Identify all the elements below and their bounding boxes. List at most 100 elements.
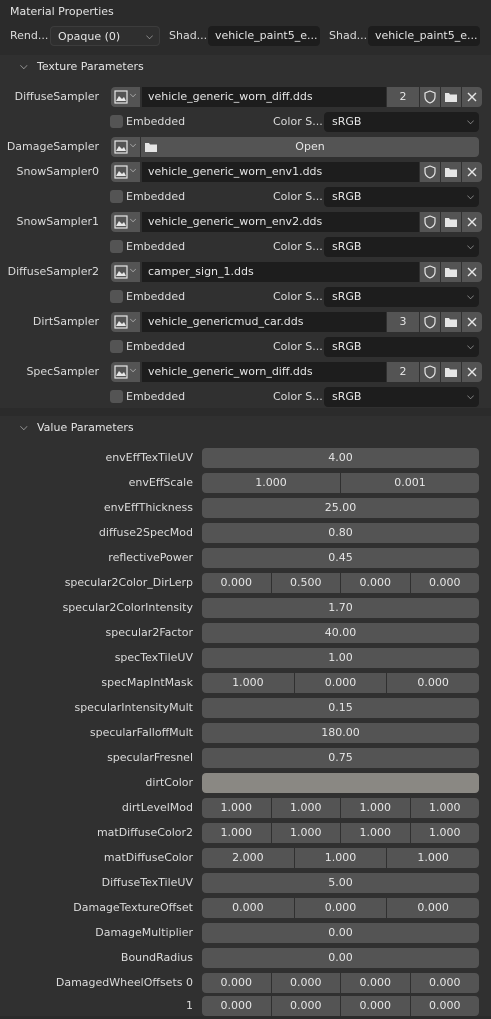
number-field[interactable]: 0.000 — [294, 898, 387, 918]
image-name-field[interactable]: camper_sign_1.dds — [142, 262, 419, 282]
number-field[interactable]: 1.70 — [202, 598, 479, 618]
number-field[interactable]: 0.000 — [202, 573, 271, 593]
shader2-field[interactable]: vehicle_paint5_e... — [368, 26, 480, 46]
number-field[interactable]: 0.000 — [271, 973, 340, 993]
number-field[interactable]: 0.000 — [410, 973, 479, 993]
image-browse-button[interactable]: ⌵ — [111, 262, 140, 282]
number-field[interactable]: 0.15 — [202, 698, 479, 718]
open-file-button[interactable] — [441, 212, 461, 232]
image-icon — [114, 215, 128, 229]
number-field[interactable]: 0.80 — [202, 523, 479, 543]
image-browse-button[interactable]: ⌵ — [111, 162, 140, 182]
user-count-button[interactable]: 2 — [387, 362, 419, 382]
number-field[interactable]: 0.000 — [341, 973, 410, 993]
number-field[interactable]: 1.000 — [294, 848, 387, 868]
fake-user-button[interactable] — [420, 312, 440, 332]
number-field[interactable]: 2.000 — [202, 848, 294, 868]
embedded-checkbox[interactable] — [110, 240, 123, 253]
color-swatch[interactable] — [202, 773, 479, 793]
unlink-button[interactable] — [462, 162, 482, 182]
colorspace-dropdown[interactable]: sRGB ⌵ — [324, 237, 479, 257]
image-name-field[interactable]: vehicle_generic_worn_diff.dds — [142, 87, 386, 107]
number-field[interactable]: 0.000 — [202, 973, 271, 993]
number-field[interactable]: 1.000 — [202, 823, 271, 843]
number-field[interactable]: 0.000 — [202, 996, 271, 1016]
number-field[interactable]: 0.000 — [341, 573, 410, 593]
render-dropdown[interactable]: Opaque (0) ⌵ — [50, 26, 160, 46]
number-field[interactable]: 1.000 — [387, 848, 480, 868]
number-field[interactable]: 0.45 — [202, 548, 479, 568]
number-field[interactable]: 5.00 — [202, 873, 479, 893]
open-file-button[interactable] — [441, 362, 461, 382]
open-file-button[interactable] — [441, 87, 461, 107]
number-field[interactable]: 1.000 — [271, 798, 340, 818]
image-browse-button[interactable]: ⌵ — [111, 312, 140, 332]
number-field[interactable]: 0.000 — [387, 898, 480, 918]
user-count-button[interactable]: 2 — [387, 87, 419, 107]
open-file-button[interactable] — [441, 162, 461, 182]
number-field[interactable]: 0.000 — [202, 898, 294, 918]
image-browse-button[interactable]: ⌵ — [111, 362, 140, 382]
fake-user-button[interactable] — [420, 212, 440, 232]
number-field[interactable]: 1.000 — [202, 473, 340, 493]
number-field[interactable]: 1.000 — [202, 673, 294, 693]
number-field[interactable]: 1.000 — [410, 823, 479, 843]
number-field[interactable]: 1.000 — [341, 823, 410, 843]
number-field[interactable]: 180.00 — [202, 723, 479, 743]
unlink-button[interactable] — [462, 262, 482, 282]
embedded-checkbox[interactable] — [110, 390, 123, 403]
embedded-checkbox[interactable] — [110, 340, 123, 353]
user-count-button[interactable]: 3 — [387, 312, 419, 332]
embedded-checkbox[interactable] — [110, 190, 123, 203]
number-field[interactable]: 0.00 — [202, 923, 479, 943]
value-field-group: 1.000 0.000 0.000 — [202, 673, 480, 693]
number-field[interactable]: 4.00 — [202, 448, 479, 468]
embedded-checkbox[interactable] — [110, 290, 123, 303]
unlink-button[interactable] — [462, 87, 482, 107]
image-browse-button[interactable]: ⌵ — [111, 87, 140, 107]
number-field[interactable]: 1.000 — [271, 823, 340, 843]
image-name-field[interactable]: vehicle_genericmud_car.dds — [142, 312, 386, 332]
number-field[interactable]: 1.000 — [341, 798, 410, 818]
number-field[interactable]: 0.000 — [271, 996, 340, 1016]
number-field[interactable]: 0.001 — [341, 473, 479, 493]
number-field[interactable]: 1.000 — [202, 798, 271, 818]
colorspace-value: sRGB — [332, 115, 362, 128]
number-field[interactable]: 0.000 — [410, 996, 479, 1016]
number-field[interactable]: 25.00 — [202, 498, 479, 518]
value-panel-header[interactable]: ⌵ Value Parameters — [0, 417, 491, 439]
image-name-field[interactable]: vehicle_generic_worn_env2.dds — [142, 212, 419, 232]
number-field[interactable]: 0.000 — [341, 996, 410, 1016]
number-field[interactable]: 0.000 — [294, 673, 387, 693]
colorspace-dropdown[interactable]: sRGB ⌵ — [324, 337, 479, 357]
shader1-field[interactable]: vehicle_paint5_e... — [208, 26, 320, 46]
open-image-button[interactable]: Open — [141, 137, 479, 157]
fake-user-button[interactable] — [420, 262, 440, 282]
texture-panel-header[interactable]: ⌵ Texture Parameters — [0, 56, 491, 78]
colorspace-dropdown[interactable]: sRGB ⌵ — [324, 187, 479, 207]
unlink-button[interactable] — [462, 312, 482, 332]
image-browse-button[interactable]: ⌵ — [111, 212, 140, 232]
embedded-checkbox[interactable] — [110, 115, 123, 128]
fake-user-button[interactable] — [420, 87, 440, 107]
number-field[interactable]: 40.00 — [202, 623, 479, 643]
number-field[interactable]: 0.500 — [271, 573, 340, 593]
open-file-button[interactable] — [441, 312, 461, 332]
number-field[interactable]: 0.00 — [202, 948, 479, 968]
image-name-field[interactable]: vehicle_generic_worn_diff.dds — [142, 362, 386, 382]
colorspace-dropdown[interactable]: sRGB ⌵ — [324, 387, 479, 407]
unlink-button[interactable] — [462, 362, 482, 382]
number-field[interactable]: 1.00 — [202, 648, 479, 668]
number-field[interactable]: 0.75 — [202, 748, 479, 768]
open-file-button[interactable] — [441, 262, 461, 282]
image-browse-button[interactable]: ⌵ — [111, 137, 140, 157]
number-field[interactable]: 1.000 — [410, 798, 479, 818]
number-field[interactable]: 0.000 — [410, 573, 479, 593]
fake-user-button[interactable] — [420, 362, 440, 382]
number-field[interactable]: 0.000 — [387, 673, 480, 693]
fake-user-button[interactable] — [420, 162, 440, 182]
colorspace-dropdown[interactable]: sRGB ⌵ — [324, 287, 479, 307]
colorspace-dropdown[interactable]: sRGB ⌵ — [324, 112, 479, 132]
image-name-field[interactable]: vehicle_generic_worn_env1.dds — [142, 162, 419, 182]
unlink-button[interactable] — [462, 212, 482, 232]
